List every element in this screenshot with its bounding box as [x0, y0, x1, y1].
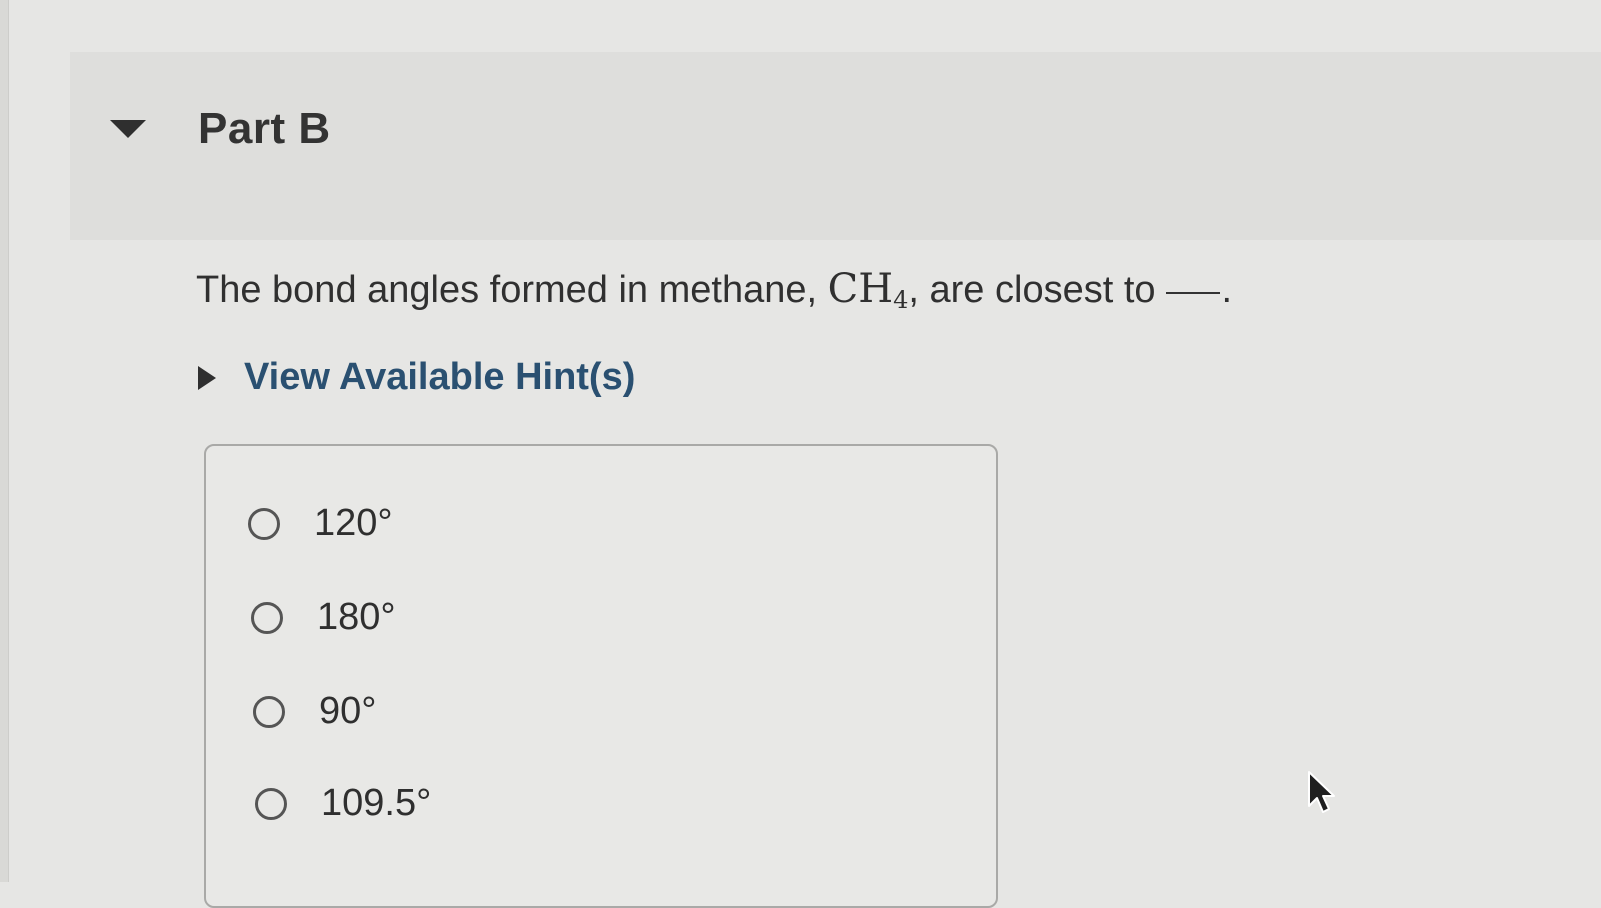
choice-label[interactable]: 90° [319, 690, 376, 733]
choice-label[interactable]: 180° [317, 596, 396, 639]
triangle-down-icon [110, 120, 146, 138]
view-hints-toggle[interactable]: View Available Hint(s) [196, 356, 635, 399]
formula-main: CH [827, 266, 894, 312]
question-text: The bond angles formed in methane, CH4, … [196, 266, 1232, 314]
triangle-right-icon [198, 365, 216, 390]
radio-button[interactable] [251, 601, 283, 634]
answer-choice[interactable]: 109.5° [255, 782, 431, 825]
question-text-before: The bond angles formed in methane, [196, 269, 828, 311]
part-collapse-toggle[interactable] [108, 118, 148, 142]
page-left-border [0, 0, 9, 882]
view-hints-label[interactable]: View Available Hint(s) [244, 356, 635, 399]
answer-choice[interactable]: 90° [253, 690, 376, 733]
question-end: . [1221, 269, 1233, 311]
question-text-after: , are closest to [908, 269, 1156, 311]
radio-button[interactable] [253, 695, 285, 728]
radio-button[interactable] [248, 507, 280, 540]
radio-button[interactable] [255, 787, 287, 820]
choice-label[interactable]: 109.5° [321, 782, 431, 825]
part-title: Part B [198, 104, 331, 153]
answer-choice[interactable]: 120° [248, 502, 393, 545]
choice-label[interactable]: 120° [314, 502, 393, 545]
mouse-cursor-icon [1308, 771, 1335, 813]
formula-subscript: 4 [893, 286, 909, 314]
answer-blank [1165, 292, 1220, 294]
answer-choice[interactable]: 180° [251, 596, 396, 639]
